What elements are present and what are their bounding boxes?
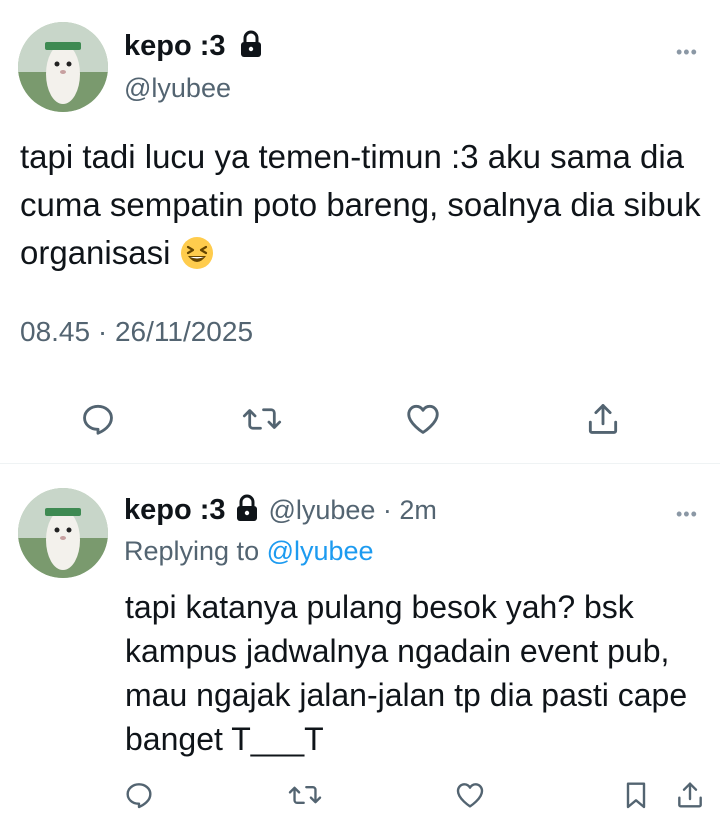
divider [0,463,720,464]
reply-icon[interactable] [76,397,120,441]
avatar-image [18,488,108,578]
tweet-text-body: tapi tadi lucu ya temen-timun :3 aku sam… [20,138,701,271]
like-icon[interactable] [448,773,492,817]
display-name-text: kepo :3 [124,30,226,62]
bookmark-icon[interactable] [614,773,658,817]
lock-icon [236,494,257,521]
retweet-icon[interactable] [283,773,327,817]
lock-icon [240,30,261,57]
share-icon[interactable] [581,397,625,441]
replying-to-label: Replying to [124,536,267,566]
avatar-image [18,22,108,112]
tweet-text: tapi tadi lucu ya temen-timun :3 aku sam… [20,133,710,277]
reply-avatar[interactable] [18,488,108,578]
reply-header: kepo :3 @lyubee · 2m [124,494,437,527]
share-icon[interactable] [668,773,712,817]
reply-more-options-icon[interactable]: ••• [676,504,698,525]
handle[interactable]: @lyubee [124,73,231,104]
replying-to-link[interactable]: @lyubee [267,536,374,566]
reply-handle-time[interactable]: @lyubee · 2m [268,495,436,525]
replying-to: Replying to @lyubee [124,536,374,567]
timestamp[interactable]: 08.45 · 26/11/2025 [20,316,253,348]
like-icon[interactable] [401,397,445,441]
avatar[interactable] [18,22,108,112]
retweet-icon[interactable] [240,397,284,441]
reply-icon[interactable] [117,773,161,817]
reply-text: tapi katanya pulang besok yah? bsk kampu… [125,589,688,757]
display-name[interactable]: kepo :3 [124,30,262,63]
grinning-squinting-face-icon [180,237,213,269]
reply-display-name[interactable]: kepo :3 [124,494,226,526]
more-options-icon[interactable]: ••• [676,42,698,63]
